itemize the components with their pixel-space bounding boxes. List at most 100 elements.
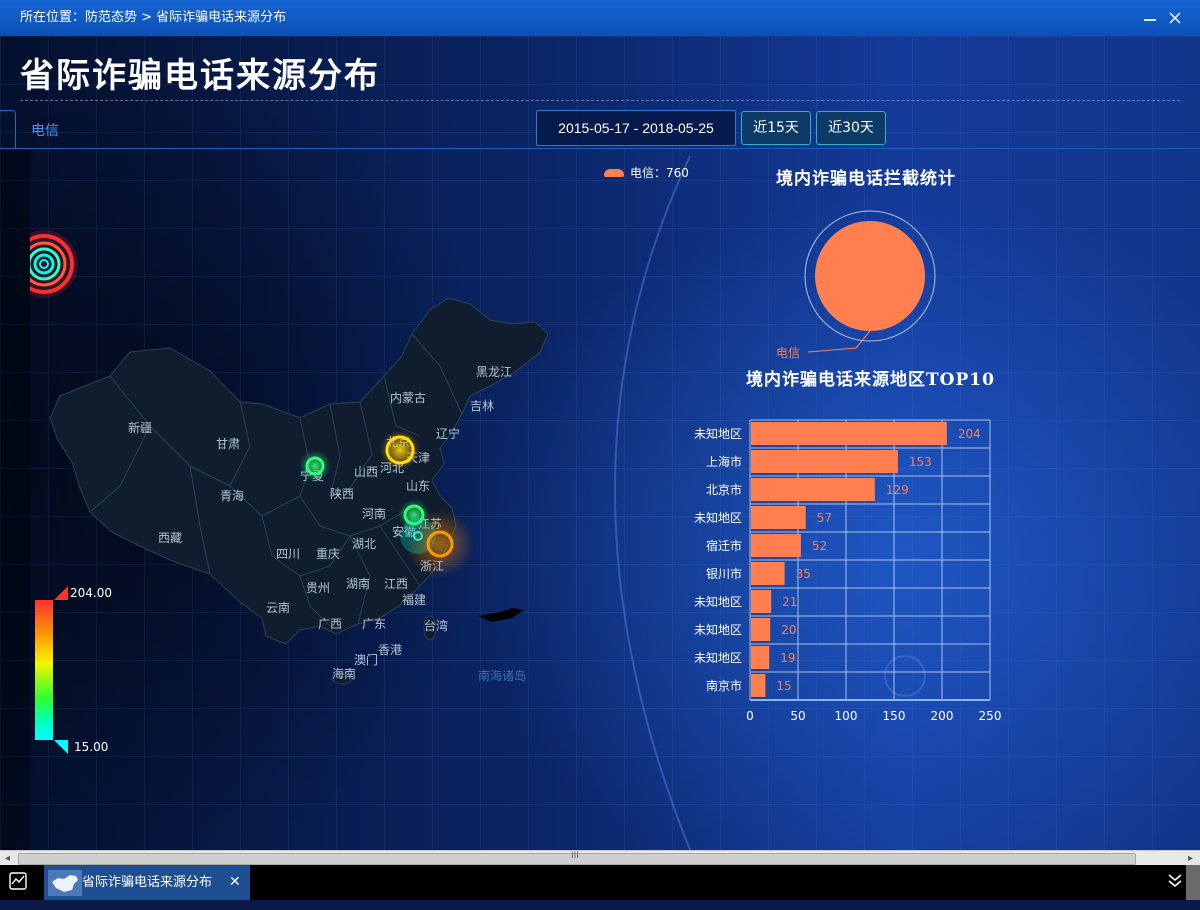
scroll-left-arrow[interactable]: ◂	[5, 851, 10, 866]
bar-value-label: 19	[780, 651, 795, 665]
bar-category-label: 南京市	[706, 678, 742, 693]
chart-app-icon[interactable]	[9, 872, 27, 894]
province-label: 辽宁	[436, 426, 460, 441]
pie-chart: 电信	[776, 210, 936, 360]
visual-map-min-handle[interactable]	[54, 740, 68, 754]
province-label: 云南	[266, 600, 290, 615]
province-label: 河南	[362, 506, 386, 521]
province-label: 青海	[220, 488, 244, 503]
pie-slice-telecom[interactable]	[815, 221, 925, 331]
province-label: 内蒙古	[390, 390, 426, 405]
bar-value-label: 129	[886, 483, 909, 497]
scroll-thumb[interactable]: III	[18, 851, 1136, 865]
province-label: 海南	[332, 666, 356, 681]
title-divider	[20, 100, 1180, 101]
scroll-grip: III	[571, 851, 579, 861]
taskbar-item-active[interactable]: 省际诈骗电话来源分布 ✕	[44, 865, 250, 900]
bar[interactable]	[751, 422, 947, 445]
province-label: 南海诸岛	[478, 668, 526, 683]
province-label: 吉林	[470, 399, 494, 413]
province-label: 江西	[384, 577, 408, 591]
date-range-picker[interactable]: 2015-05-17 - 2018-05-25	[536, 110, 736, 146]
bar[interactable]	[751, 478, 875, 501]
bar-category-label: 上海市	[706, 454, 742, 469]
bar[interactable]	[751, 674, 766, 697]
last-15-days-button[interactable]: 近15天	[741, 111, 811, 145]
taskbar: 省际诈骗电话来源分布 ✕	[0, 865, 1200, 900]
breadcrumb: 所在位置：防范态势 > 省际诈骗电话来源分布	[20, 10, 287, 25]
tab-prev-edge[interactable]	[0, 110, 16, 149]
bar-category-label: 未知地区	[694, 511, 742, 525]
bar-chart-title: 境内诈骗电话来源地区TOP10	[746, 370, 995, 390]
bar-value-label: 21	[782, 595, 797, 609]
bar-x-tick-label: 250	[979, 709, 1002, 723]
province-label: 新疆	[128, 420, 152, 435]
dashboard-stage: 省际诈骗电话来源分布 电信 2015-05-17 - 2018-05-25 近1…	[0, 36, 1200, 850]
bar-x-tick-label: 50	[790, 709, 805, 723]
left-edge-strip	[0, 150, 30, 850]
horizontal-scrollbar[interactable]: ◂ III ▸	[0, 850, 1200, 866]
taskbar-item-close-icon[interactable]: ✕	[229, 865, 241, 900]
bar-value-label: 57	[817, 511, 832, 525]
last-30-days-button[interactable]: 近30天	[816, 111, 886, 145]
province-label: 香港	[378, 643, 402, 657]
province-label: 黑龙江	[476, 365, 512, 379]
bar-category-label: 未知地区	[694, 623, 742, 637]
province-label: 陕西	[330, 486, 354, 501]
province-label: 甘肃	[216, 437, 240, 451]
bar-value-label: 20	[781, 623, 796, 637]
map-legend[interactable]: 电信：760	[604, 164, 689, 181]
bar[interactable]	[751, 618, 771, 641]
province-label: 广西	[318, 617, 342, 631]
bar-value-label: 153	[909, 455, 932, 469]
bar-chart: 0 50 100 150 200 250 未知地区 204 上海市 153 北京市 129 未知地区 57…	[694, 419, 1002, 723]
bar-category-label: 未知地区	[694, 651, 742, 665]
bar-value-label: 15	[776, 679, 791, 693]
scroll-right-arrow[interactable]: ▸	[1188, 851, 1193, 866]
bar-category-label: 宿迁市	[706, 538, 742, 553]
province-label: 湖南	[346, 576, 370, 591]
bar-value-label: 35	[796, 567, 811, 581]
bar-x-tick-label: 150	[883, 709, 906, 723]
minimize-icon[interactable]	[1142, 0, 1158, 39]
visual-map-max-handle[interactable]	[54, 586, 68, 600]
bar-value-label: 52	[812, 539, 827, 553]
taskbar-item-label: 省际诈骗电话来源分布	[82, 875, 213, 890]
bar-category-label: 北京市	[706, 482, 742, 497]
bar-x-tick-label: 0	[746, 709, 754, 723]
map-japan-fragment	[478, 608, 524, 622]
bar[interactable]	[751, 534, 801, 557]
expand-icon[interactable]	[1166, 871, 1184, 893]
bar-category-label: 未知地区	[694, 427, 742, 441]
bar-value-label: 204	[958, 427, 981, 441]
province-label: 山东	[406, 479, 430, 493]
pie-label-line	[807, 330, 871, 353]
province-label: 福建	[402, 592, 426, 607]
province-label: 湖北	[352, 536, 376, 551]
bar[interactable]	[751, 590, 772, 613]
tab-carrier[interactable]: 电信	[31, 120, 59, 140]
china-map-icon	[48, 870, 82, 896]
pie-slice-label: 电信	[776, 346, 800, 360]
hotspot-shanghai[interactable]	[406, 510, 474, 578]
bar-category-label: 银川市	[706, 566, 742, 581]
province-label: 台湾	[424, 618, 448, 633]
bar[interactable]	[751, 646, 770, 669]
bar[interactable]	[751, 562, 785, 585]
hotspot-ningxia[interactable]	[299, 450, 331, 482]
tabbar-divider	[0, 148, 1200, 149]
close-icon[interactable]	[1168, 0, 1182, 38]
legend-swatch	[604, 168, 624, 177]
bar[interactable]	[751, 450, 898, 473]
bar-category-label: 未知地区	[694, 595, 742, 609]
province-label: 重庆	[316, 547, 340, 561]
province-label: 四川	[276, 547, 300, 561]
visual-map-gradient	[35, 600, 53, 740]
page-title: 省际诈骗电话来源分布	[20, 56, 380, 96]
province-label: 广东	[362, 617, 386, 631]
bar[interactable]	[751, 506, 806, 529]
province-label: 山西	[354, 465, 378, 479]
window-titlebar: 所在位置：防范态势 > 省际诈骗电话来源分布	[0, 0, 1200, 36]
visual-map-max-label: 204.00	[70, 586, 112, 600]
visual-map-min-label: 15.00	[74, 740, 109, 754]
